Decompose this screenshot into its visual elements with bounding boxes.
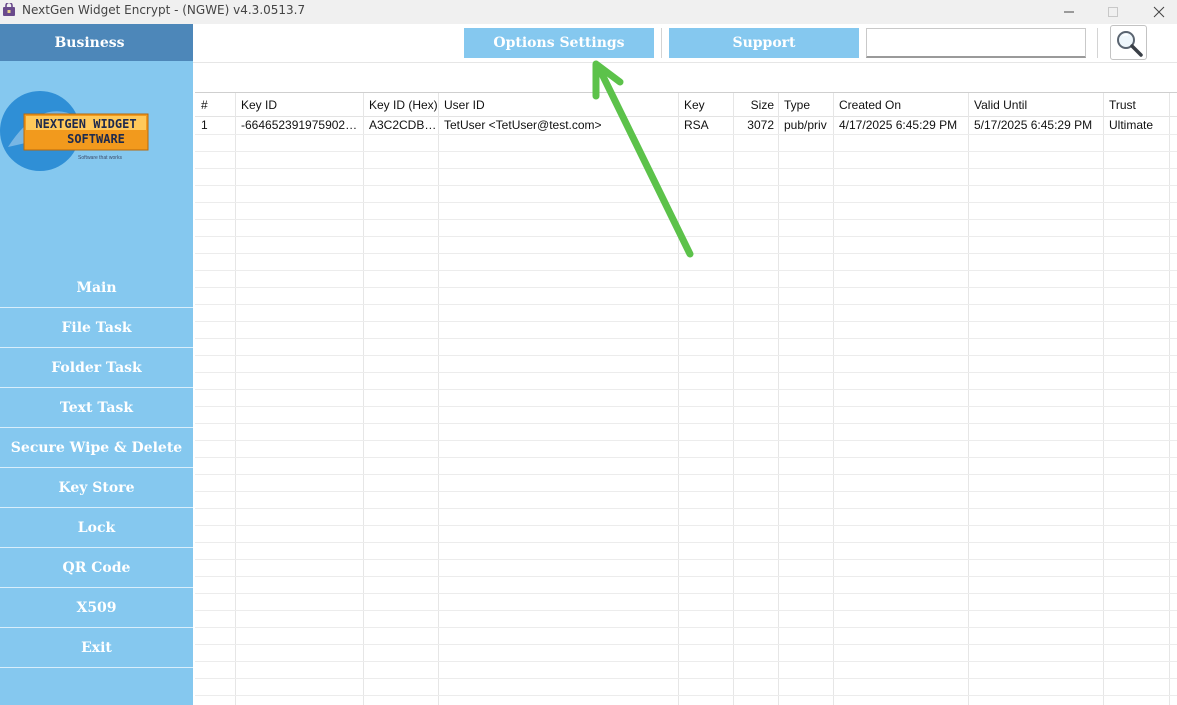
row-divider [195,661,1177,662]
row-divider [195,236,1177,237]
row-divider [195,355,1177,356]
row-divider [195,219,1177,220]
row-divider [195,474,1177,475]
row-divider [195,185,1177,186]
svg-text:SOFTWARE: SOFTWARE [67,132,125,146]
support-button[interactable]: Support [669,28,859,58]
cell-user-id: TetUser <TetUser@test.com> [444,118,602,132]
maximize-button[interactable] [1090,0,1136,24]
close-button[interactable] [1136,0,1177,24]
row-divider [195,253,1177,254]
cell-size: 3072 [747,118,774,132]
sidebar-item-secure-wipe-delete[interactable]: Secure Wipe & Delete [0,428,193,468]
row-divider [195,338,1177,339]
sidebar-item-exit[interactable]: Exit [0,628,193,668]
column-header-size[interactable]: Size [733,93,778,117]
title-bar: NextGen Widget Encrypt - (NGWE) v4.3.051… [0,0,1177,24]
row-divider [195,678,1177,679]
row-divider [195,389,1177,390]
cell-type: pub/priv [784,118,827,132]
minimize-icon [1064,11,1074,13]
sidebar-item-key-store[interactable]: Key Store [0,468,193,508]
close-icon [1153,6,1165,18]
row-divider [195,202,1177,203]
minimize-button[interactable] [1046,0,1092,24]
column-header-created-on[interactable]: Created On [833,93,968,117]
sidebar-header: Business [0,24,193,61]
cell-valid-until: 5/17/2025 6:45:29 PM [974,118,1093,132]
svg-text:Software that works: Software that works [78,155,122,161]
column-header-trust[interactable]: Trust [1103,93,1169,117]
search-button[interactable] [1110,25,1147,60]
svg-text:NEXTGEN WIDGET: NEXTGEN WIDGET [35,117,136,131]
row-divider [195,270,1177,271]
cell-number: 1 [201,118,208,132]
column-header-type[interactable]: Type [778,93,833,117]
row-divider [195,593,1177,594]
column-header-key-id[interactable]: Key ID [235,93,363,117]
row-divider [195,287,1177,288]
row-divider [195,542,1177,543]
toolbar-separator [661,28,662,58]
column-header-key-id-hex[interactable]: Key ID (Hex) [363,93,438,117]
column-header-valid-until[interactable]: Valid Until [968,93,1103,117]
row-divider [195,321,1177,322]
row-divider [195,525,1177,526]
row-divider [195,457,1177,458]
sidebar-item-text-task[interactable]: Text Task [0,388,193,428]
row-divider [195,610,1177,611]
cell-key-id-hex: A3C2CDB5... [369,118,438,132]
row-divider [195,372,1177,373]
row-divider [195,168,1177,169]
sidebar-item-qr-code[interactable]: QR Code [0,548,193,588]
key-table[interactable]: # Key ID Key ID (Hex) User ID Key Size T… [195,92,1177,705]
sidebar-item-file-task[interactable]: File Task [0,308,193,348]
magnifier-icon [1116,30,1143,57]
row-divider [195,644,1177,645]
row-divider [195,491,1177,492]
row-divider [195,695,1177,696]
maximize-icon [1108,7,1118,17]
row-divider [195,151,1177,152]
row-divider [195,508,1177,509]
company-logo: NEXTGEN WIDGET SOFTWARE Software that wo… [0,91,149,171]
table-row[interactable]: 1 -66465239197590296... A3C2CDB5... TetU… [195,117,1177,134]
row-divider [195,134,1177,135]
toolbar-divider [193,62,1177,63]
row-divider [195,440,1177,441]
sidebar: Business NEXTGEN WIDGET SOFTWARE Softwar… [0,24,193,705]
sidebar-item-folder-task[interactable]: Folder Task [0,348,193,388]
row-divider [195,304,1177,305]
column-header-user-id[interactable]: User ID [438,93,678,117]
table-header: # Key ID Key ID (Hex) User ID Key Size T… [195,93,1177,117]
app-window: NextGen Widget Encrypt - (NGWE) v4.3.051… [0,0,1177,705]
sidebar-item-x509[interactable]: X509 [0,588,193,628]
row-divider [195,627,1177,628]
row-divider [195,406,1177,407]
sidebar-item-lock[interactable]: Lock [0,508,193,548]
cell-key: RSA [684,118,709,132]
cell-created-on: 4/17/2025 6:45:29 PM [839,118,958,132]
row-divider [195,559,1177,560]
column-header-number[interactable]: # [195,93,235,117]
search-input[interactable] [866,28,1086,58]
cell-key-id: -66465239197590296... [241,118,363,132]
options-settings-button[interactable]: Options Settings [464,28,654,58]
sidebar-item-main[interactable]: Main [0,268,193,308]
cell-trust: Ultimate [1109,118,1154,132]
app-icon [3,3,15,16]
column-header-key[interactable]: Key [678,93,733,117]
toolbar-separator [1097,28,1098,58]
row-divider [195,576,1177,577]
window-title: NextGen Widget Encrypt - (NGWE) v4.3.051… [22,3,306,17]
row-divider [195,423,1177,424]
